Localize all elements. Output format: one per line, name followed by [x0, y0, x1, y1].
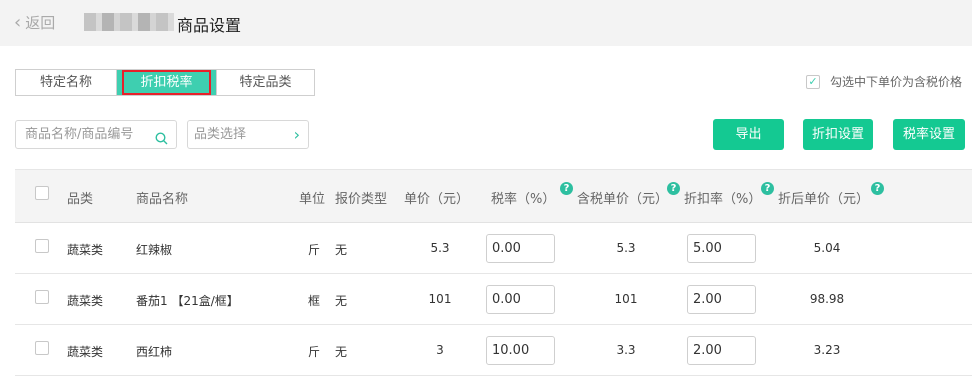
table-row: 蔬菜类 红辣椒 斤 无 5.3 0.00 5.3 5.00 5.04	[15, 223, 972, 274]
top-bar: ‹ 返回 商品设置	[0, 0, 972, 46]
cell-price-type: 无	[335, 294, 348, 308]
question-icon[interactable]: ?	[560, 182, 573, 195]
tab-bar: 特定名称 折扣税率 特定品类	[15, 69, 315, 96]
select-all-checkbox[interactable]	[35, 186, 49, 200]
cell-price-type: 无	[335, 345, 348, 359]
cell-price: 3	[436, 343, 444, 357]
table-row: 蔬菜类 番茄1 【21盒/框】 框 无 101 0.00 101 2.00 98…	[15, 274, 972, 325]
cell-category: 蔬菜类	[67, 345, 104, 359]
tab-specific-name[interactable]: 特定名称	[16, 70, 116, 95]
question-icon[interactable]: ?	[761, 182, 774, 195]
tax-inclusive-label: 勾选中下单价为含税价格	[830, 75, 963, 89]
export-button[interactable]: 导出	[713, 119, 784, 150]
cell-category: 蔬菜类	[67, 243, 104, 257]
back-button[interactable]: ‹ 返回	[14, 12, 55, 33]
cell-price-type: 无	[335, 243, 348, 257]
row-checkbox[interactable]	[35, 341, 49, 355]
tax-rate-input[interactable]: 10.00	[486, 336, 555, 365]
product-table: 品类 商品名称 单位 报价类型 单价（元） 税率（%） ? 含税单价（元） ? …	[15, 169, 972, 380]
question-icon[interactable]: ?	[871, 182, 884, 195]
discount-input[interactable]: 5.00	[687, 234, 756, 263]
col-name: 商品名称	[136, 192, 189, 207]
question-icon[interactable]: ?	[667, 182, 680, 195]
tax-inclusive-toggle[interactable]: ✓ 勾选中下单价为含税价格	[806, 73, 962, 90]
table-header: 品类 商品名称 单位 报价类型 单价（元） 税率（%） ? 含税单价（元） ? …	[15, 170, 972, 223]
cell-discounted-price: 3.23	[813, 343, 841, 357]
tab-specific-category[interactable]: 特定品类	[216, 70, 314, 95]
col-tax-price: 含税单价（元）	[577, 192, 669, 207]
col-price: 单价（元）	[404, 192, 470, 207]
category-placeholder: 品类选择	[194, 127, 247, 142]
discount-settings-button[interactable]: 折扣设置	[803, 119, 873, 150]
page-title: 商品设置	[177, 16, 242, 35]
back-label: 返回	[25, 14, 56, 32]
col-unit: 单位	[299, 192, 326, 207]
col-tax-rate: 税率（%）	[491, 192, 556, 207]
tax-inclusive-checkbox[interactable]: ✓	[806, 74, 820, 89]
tax-rate-input[interactable]: 0.00	[486, 234, 555, 263]
cell-tax-price: 5.3	[616, 241, 636, 255]
cell-price: 101	[428, 292, 452, 306]
search-icon[interactable]	[155, 128, 168, 155]
cell-unit: 斤	[308, 243, 321, 257]
category-select[interactable]: 品类选择 ›	[187, 120, 309, 149]
tax-rate-input[interactable]: 0.00	[486, 285, 555, 314]
cell-tax-price: 3.3	[616, 343, 636, 357]
cell-tax-price: 101	[614, 292, 638, 306]
cell-category: 蔬菜类	[67, 294, 104, 308]
search-input[interactable]: 商品名称/商品编号	[15, 120, 177, 149]
tax-settings-button[interactable]: 税率设置	[893, 119, 965, 150]
cell-discounted-price: 5.04	[813, 241, 841, 255]
discount-input[interactable]: 2.00	[687, 285, 756, 314]
cell-unit: 框	[308, 294, 321, 308]
cell-name: 西红柿	[136, 345, 173, 359]
col-discount: 折扣率（%）	[684, 192, 762, 207]
cell-discounted-price: 98.98	[809, 292, 845, 306]
search-placeholder: 商品名称/商品编号	[25, 127, 134, 142]
cell-name: 番茄1 【21盒/框】	[136, 294, 239, 308]
cell-name: 红辣椒	[136, 243, 173, 257]
tab-discount-tax[interactable]: 折扣税率	[116, 70, 216, 95]
col-discounted-price: 折后单价（元）	[778, 192, 870, 207]
chevron-right-icon: ›	[293, 125, 300, 144]
cell-price: 5.3	[430, 241, 450, 255]
col-category: 品类	[67, 192, 94, 207]
discount-input[interactable]: 2.00	[687, 336, 756, 365]
row-checkbox[interactable]	[35, 239, 49, 253]
row-checkbox[interactable]	[35, 290, 49, 304]
store-name-redacted	[84, 13, 174, 31]
col-price-type: 报价类型	[335, 192, 388, 207]
table-row: 蔬菜类 西红柿 斤 无 3 10.00 3.3 2.00 3.23	[15, 325, 972, 376]
chevron-left-icon: ‹	[14, 11, 22, 33]
cell-unit: 斤	[308, 345, 321, 359]
